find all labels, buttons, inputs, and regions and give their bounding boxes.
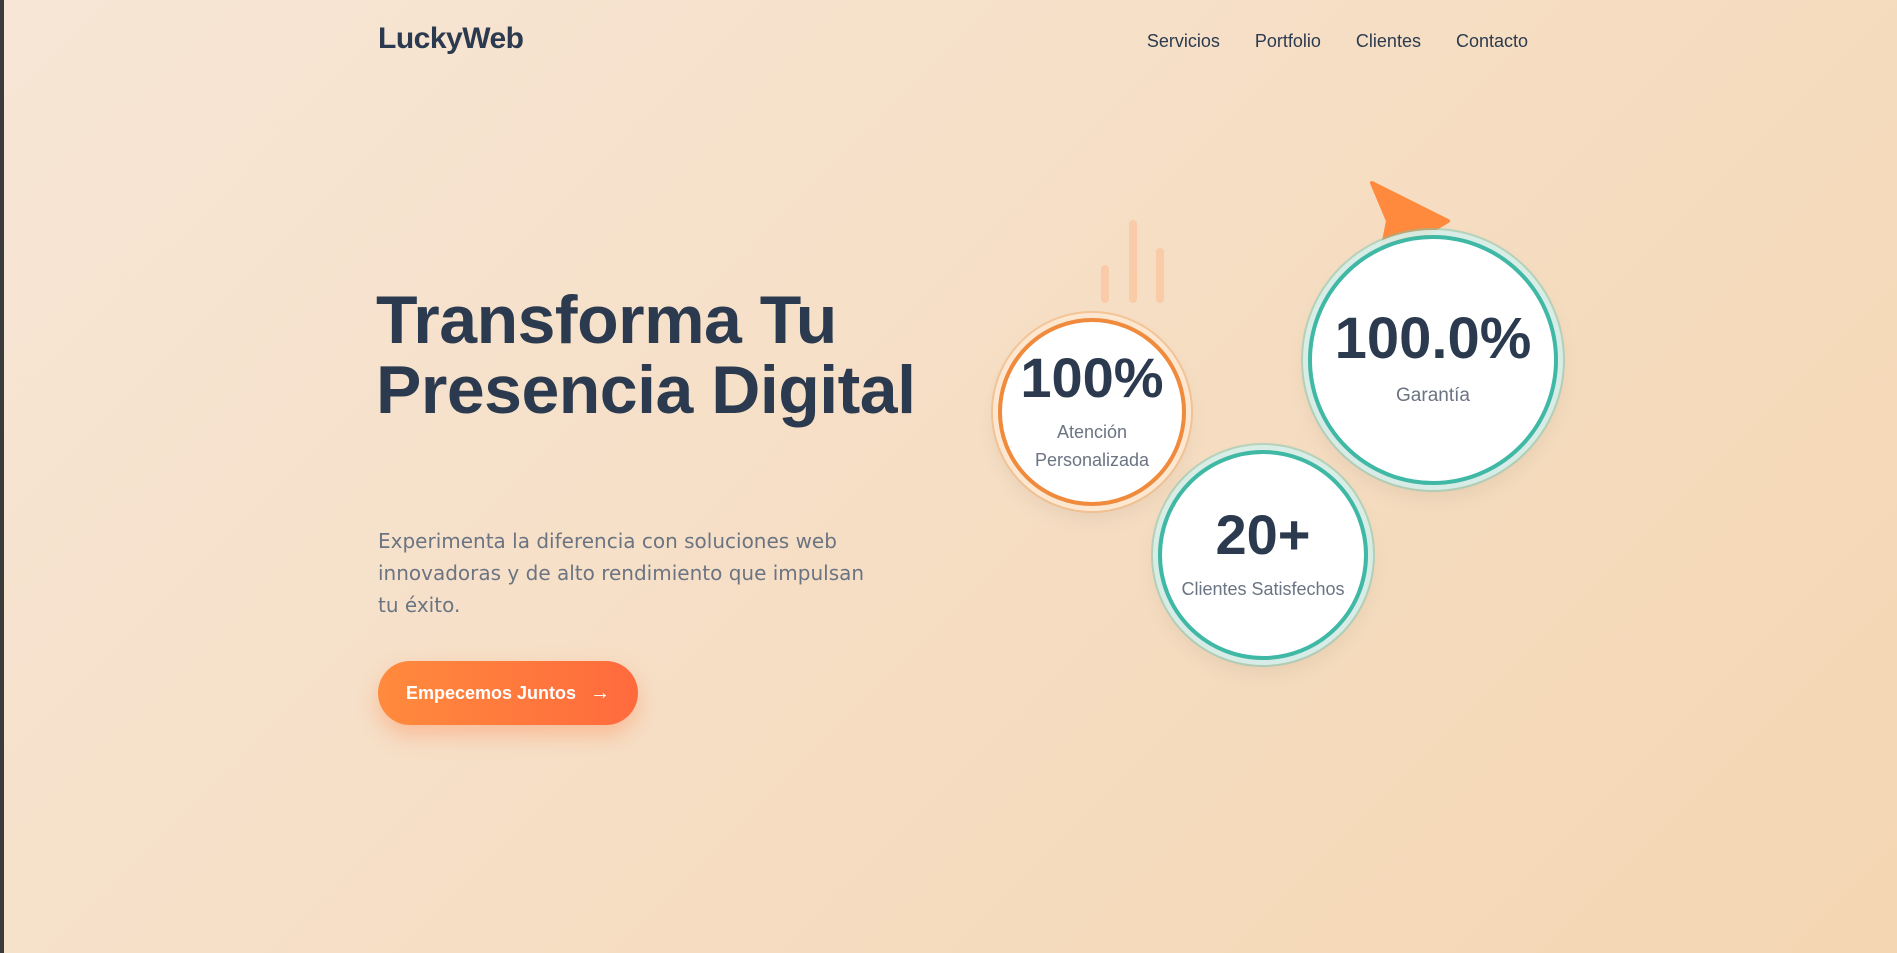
cta-button[interactable]: Empecemos Juntos → [378, 661, 638, 725]
stat-label: Clientes Satisfechos [1181, 579, 1345, 599]
stat-label: Garantía [1396, 385, 1470, 406]
stat-value: 100.0% [1334, 306, 1532, 371]
stat-value: 100% [1020, 346, 1164, 409]
stat-label: Atención Personalizada [1034, 422, 1150, 470]
bar-decoration [1129, 220, 1137, 303]
arrow-right-icon: → [590, 681, 611, 704]
bar-decoration [1156, 248, 1164, 303]
stat-value: 20+ [1215, 503, 1311, 566]
stat-atencion: 100% Atención Personalizada [998, 318, 1186, 506]
main-nav: Servicios Portfolio Clientes Contacto [1147, 31, 1528, 52]
nav-link-servicios[interactable]: Servicios [1147, 31, 1220, 52]
cta-label: Empecemos Juntos [405, 682, 577, 703]
nav-link-clientes[interactable]: Clientes [1356, 31, 1421, 52]
nav-link-contacto[interactable]: Contacto [1456, 31, 1528, 52]
hero-subtitle: Experimenta la diferencia con soluciones… [378, 529, 865, 617]
nav-link-portfolio[interactable]: Portfolio [1255, 31, 1321, 52]
hero-title: Transforma Tu Presencia Digital [376, 282, 916, 428]
stat-garantia: 100.0% Garantía [1308, 235, 1558, 485]
window-left-edge [0, 0, 4, 953]
stat-clientes: 20+ Clientes Satisfechos [1158, 450, 1368, 660]
bar-decoration [1101, 265, 1109, 303]
brand-logo[interactable]: LuckyWeb [378, 22, 524, 56]
